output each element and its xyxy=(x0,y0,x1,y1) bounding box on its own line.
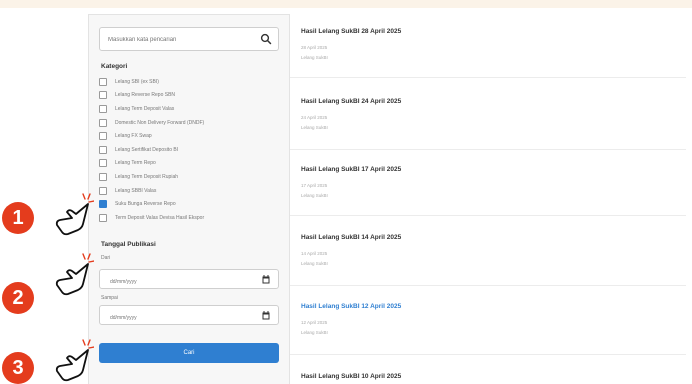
category-label: Lelang Reverse Repo SBN xyxy=(115,92,176,99)
result-date: 17 April 2025 xyxy=(301,183,328,188)
category-list: Lelang SBI (ex SBI) Lelang Reverse Repo … xyxy=(99,75,289,225)
category-label: Lelang Term Repo xyxy=(115,160,156,167)
category-label: Lelang Sertifikat Deposito BI xyxy=(115,146,179,153)
category-checkbox[interactable] xyxy=(99,104,107,113)
top-banner-strip xyxy=(0,0,692,8)
result-title[interactable]: Hasil Lelang SukBI 28 April 2025 xyxy=(301,28,401,35)
result-item[interactable]: Hasil Lelang SukBI 17 April 2025 17 Apri… xyxy=(290,166,686,216)
calendar-icon[interactable] xyxy=(262,275,270,284)
category-checkbox[interactable] xyxy=(99,118,107,127)
result-title[interactable]: Hasil Lelang SukBI 24 April 2025 xyxy=(301,98,401,105)
search-icon[interactable] xyxy=(260,33,272,45)
result-title-link[interactable]: Hasil Lelang SukBI 12 April 2025 xyxy=(301,303,401,310)
filter-sidebar: Kategori Lelang SBI (ex SBI) Lelang Reve… xyxy=(88,14,290,384)
category-item[interactable]: Domestic Non Delivery Forward (DNDF) xyxy=(99,116,289,130)
category-item[interactable]: Lelang Reverse Repo SBN xyxy=(99,89,289,103)
result-category: Lelang SukBI xyxy=(301,125,328,130)
category-label: Suku Bunga Reverse Repo xyxy=(115,201,176,208)
result-title[interactable]: Hasil Lelang SukBI 14 April 2025 xyxy=(301,234,401,241)
category-item[interactable]: Lelang Term Deposit Valas xyxy=(99,102,289,116)
category-item[interactable]: Term Deposit Valas Devisa Hasil Ekspor xyxy=(99,211,289,225)
result-category: Lelang SukBI xyxy=(301,193,328,198)
result-date: 24 April 2025 xyxy=(301,115,328,120)
result-category: Lelang SukBI xyxy=(301,55,328,60)
category-label: Lelang SBBI Valas xyxy=(115,187,157,194)
search-submit-button[interactable]: Cari xyxy=(99,343,279,363)
category-label: Lelang Term Deposit Rupiah xyxy=(115,173,179,180)
result-category: Lelang SukBI xyxy=(301,330,328,335)
category-label: Lelang SBI (ex SBI) xyxy=(115,78,159,85)
result-date: 14 April 2025 xyxy=(301,251,328,256)
result-item[interactable]: Hasil Lelang SukBI 14 April 2025 14 Apri… xyxy=(290,234,686,286)
category-checkbox[interactable] xyxy=(99,91,107,100)
category-label: Lelang FX Swap xyxy=(115,133,152,140)
step-1-badge: 1 xyxy=(2,202,34,234)
result-item[interactable]: Hasil Lelang SukBI 10 April 2025 xyxy=(290,373,686,384)
result-item[interactable]: Hasil Lelang SukBI 12 April 2025 12 Apri… xyxy=(290,303,686,355)
category-checkbox[interactable] xyxy=(99,186,107,195)
category-item[interactable]: Lelang FX Swap xyxy=(99,129,289,143)
to-date-input[interactable] xyxy=(100,309,250,327)
result-item[interactable]: Hasil Lelang SukBI 28 April 2025 28 Apri… xyxy=(290,28,686,78)
from-date-input[interactable] xyxy=(100,273,250,291)
result-date: 28 April 2025 xyxy=(301,45,328,50)
step-2-badge: 2 xyxy=(2,282,34,314)
search-input[interactable] xyxy=(100,29,250,51)
search-box xyxy=(99,27,279,51)
category-label: Lelang Term Deposit Valas xyxy=(115,105,175,112)
from-date-field xyxy=(99,269,279,291)
calendar-icon[interactable] xyxy=(262,311,270,320)
category-label: Domestic Non Delivery Forward (DNDF) xyxy=(115,119,205,126)
category-title: Kategori xyxy=(101,63,128,70)
category-item[interactable]: Lelang SBI (ex SBI) xyxy=(99,75,289,89)
result-date: 12 April 2025 xyxy=(301,320,328,325)
pointer-hand-icon xyxy=(55,253,94,296)
results-list: Hasil Lelang SukBI 28 April 2025 28 Apri… xyxy=(290,14,692,384)
pointer-hand-icon xyxy=(55,339,94,382)
category-item[interactable]: Lelang SBBI Valas xyxy=(99,184,289,198)
step-3-badge: 3 xyxy=(2,352,34,384)
category-item[interactable]: Lelang Term Deposit Rupiah xyxy=(99,170,289,184)
category-checkbox[interactable] xyxy=(99,132,107,141)
result-category: Lelang SukBI xyxy=(301,261,328,266)
category-checkbox[interactable] xyxy=(99,77,107,86)
category-item[interactable]: Suku Bunga Reverse Repo xyxy=(99,197,289,211)
result-title[interactable]: Hasil Lelang SukBI 10 April 2025 xyxy=(301,373,401,380)
publication-date-title: Tanggal Publikasi xyxy=(101,241,156,248)
pointer-hand-icon xyxy=(55,193,94,236)
category-checkbox[interactable] xyxy=(99,159,107,168)
category-checkbox[interactable] xyxy=(99,145,107,154)
result-item[interactable]: Hasil Lelang SukBI 24 April 2025 24 Apri… xyxy=(290,98,686,150)
category-item[interactable]: Lelang Term Repo xyxy=(99,157,289,171)
result-title[interactable]: Hasil Lelang SukBI 17 April 2025 xyxy=(301,166,401,173)
to-date-label: Sampai xyxy=(101,295,118,301)
category-checkbox[interactable] xyxy=(99,172,107,181)
category-checkbox[interactable] xyxy=(99,213,107,222)
to-date-field xyxy=(99,305,279,327)
category-item[interactable]: Lelang Sertifikat Deposito BI xyxy=(99,143,289,157)
category-label: Term Deposit Valas Devisa Hasil Ekspor xyxy=(115,214,205,221)
from-date-label: Dari xyxy=(101,255,111,261)
category-checkbox-checked[interactable] xyxy=(99,200,107,209)
